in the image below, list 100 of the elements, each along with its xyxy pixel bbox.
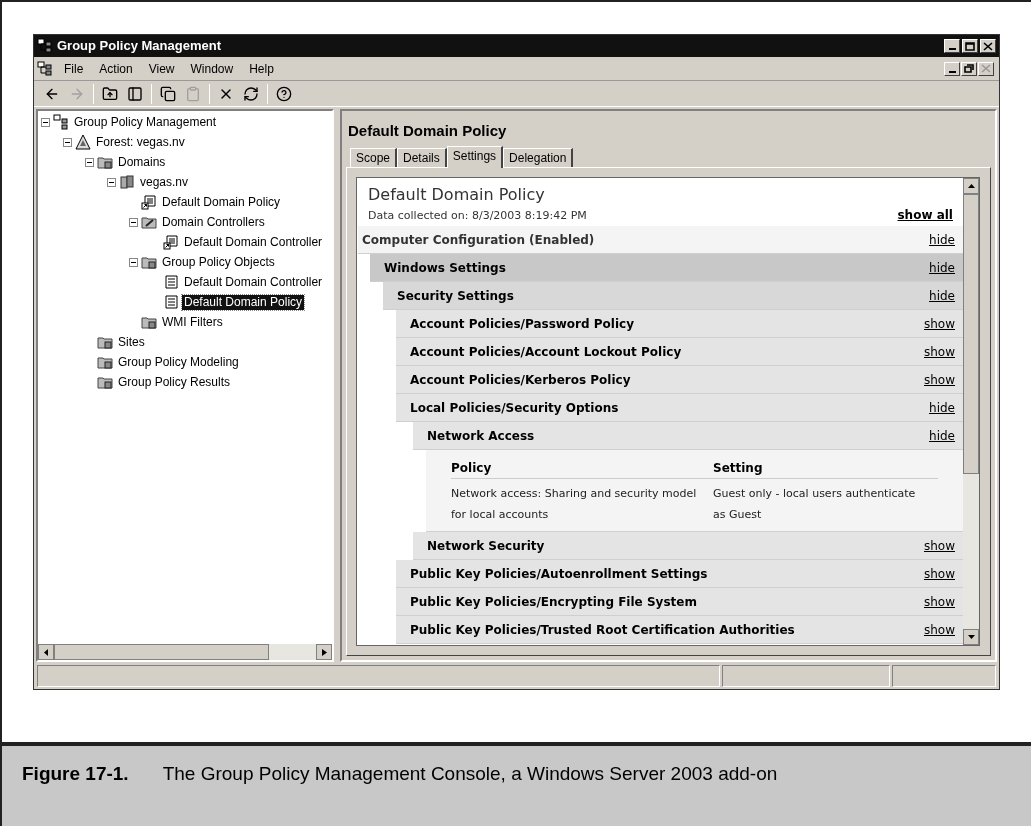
- scroll-down-icon: [967, 635, 975, 639]
- figure-caption: The Group Policy Management Console, a Windows Server 2003 add-on: [162, 762, 778, 786]
- refresh-icon: [243, 85, 259, 102]
- tree-item[interactable]: Forest: vegas.nv: [94, 134, 187, 150]
- collected-date: Data collected on: 8/3/2003 8:19:42 PM: [368, 207, 587, 224]
- scroll-right-icon: [321, 648, 327, 656]
- maximize-button[interactable]: [962, 39, 978, 53]
- folder-icon: [97, 154, 113, 170]
- collapse-icon[interactable]: [129, 217, 138, 227]
- tree-item[interactable]: Sites: [116, 334, 147, 350]
- column-header: Policy: [451, 460, 493, 477]
- close-button[interactable]: [980, 39, 996, 53]
- section-title: Computer Configuration (Enabled): [362, 231, 595, 249]
- clipboard-icon: [185, 85, 201, 102]
- report-title: Default Domain Policy: [368, 184, 546, 206]
- app-icon: [37, 60, 53, 77]
- table-cell-text: Guest only - local users authenticate as Guest: [713, 486, 917, 523]
- close-icon: [983, 41, 993, 51]
- show-link[interactable]: show: [924, 592, 955, 611]
- folder-up-icon: [102, 85, 118, 102]
- vertical-scrollbar[interactable]: [963, 178, 979, 645]
- hide-link[interactable]: hide: [929, 258, 955, 277]
- section-title: Public Key Policies/Encrypting File System: [410, 593, 697, 611]
- menu-item[interactable]: Window: [185, 59, 239, 78]
- minimize-button[interactable]: [944, 61, 960, 76]
- pane-title: Default Domain Policy: [348, 121, 508, 141]
- hide-link[interactable]: hide: [929, 286, 955, 305]
- tab[interactable]: Delegation: [503, 148, 574, 167]
- show-link[interactable]: show: [924, 564, 955, 583]
- tree-item[interactable]: Default Domain Policy: [182, 294, 305, 310]
- tab[interactable]: Settings: [446, 146, 504, 168]
- column-header: Setting: [713, 460, 764, 477]
- tree-item[interactable]: Domains: [116, 154, 168, 170]
- collapse-icon[interactable]: [41, 117, 50, 127]
- minimize-icon: [948, 48, 956, 50]
- hide-link[interactable]: hide: [929, 398, 955, 417]
- menu-item[interactable]: Help: [244, 59, 279, 78]
- tree-item[interactable]: Domain Controllers: [160, 214, 267, 230]
- show-link[interactable]: show: [924, 370, 955, 389]
- show-link[interactable]: show: [924, 314, 955, 333]
- app-icon: [37, 38, 53, 54]
- tree-item[interactable]: vegas.nv: [138, 174, 191, 190]
- table-cell-text: Network access: Sharing and security model for local accounts: [451, 486, 698, 523]
- tree-item[interactable]: Default Domain Controller: [182, 274, 325, 290]
- menu-item[interactable]: View: [143, 59, 180, 78]
- scroll-icon: [163, 274, 179, 290]
- folder-icon: [97, 334, 113, 350]
- folder-icon: [141, 254, 157, 270]
- collapse-icon[interactable]: [85, 157, 94, 167]
- section-title: Security Settings: [397, 287, 514, 305]
- scroll-icon: [163, 234, 179, 250]
- scroll-icon: [163, 294, 179, 310]
- folder-icon: [141, 214, 157, 230]
- tree-item[interactable]: Group Policy Management: [72, 114, 219, 130]
- copy-icon: [160, 85, 176, 102]
- section-title: Windows Settings: [384, 259, 506, 277]
- maximize-icon: [965, 41, 975, 51]
- hide-link[interactable]: hide: [929, 230, 955, 249]
- server-icon: [119, 174, 135, 190]
- triangle-icon: [75, 134, 91, 150]
- collapse-icon[interactable]: [63, 137, 72, 147]
- collapse-icon[interactable]: [107, 177, 116, 187]
- tree-item[interactable]: Group Policy Modeling: [116, 354, 241, 370]
- section-title: Local Policies/Security Options: [410, 399, 619, 417]
- folder-icon: [97, 354, 113, 370]
- restore-button[interactable]: [961, 61, 977, 76]
- section-title: Public Key Policies/Autoenrollment Settings: [410, 565, 708, 583]
- panel-icon: [127, 85, 143, 102]
- close-button[interactable]: [978, 61, 994, 76]
- show-link[interactable]: show: [924, 536, 955, 555]
- window-title: Group Policy Management: [57, 37, 221, 56]
- tree-item[interactable]: WMI Filters: [160, 314, 225, 330]
- section-title: Public Key Policies/Trusted Root Certification Authorities: [410, 621, 795, 639]
- console-icon: [53, 114, 69, 130]
- restore-icon: [964, 64, 974, 73]
- scroll-up-icon: [967, 184, 975, 188]
- tree-item[interactable]: Group Policy Objects: [160, 254, 277, 270]
- folder-icon: [97, 374, 113, 390]
- collapse-icon[interactable]: [129, 257, 138, 267]
- section-title: Account Policies/Kerberos Policy: [410, 371, 631, 389]
- scroll-icon: [141, 194, 157, 210]
- section-title: Account Policies/Account Lockout Policy: [410, 343, 682, 361]
- section-title: Account Policies/Password Policy: [410, 315, 634, 333]
- menu-item[interactable]: Action: [94, 59, 138, 78]
- menu-item[interactable]: File: [59, 59, 89, 78]
- show-all-link[interactable]: show all: [897, 206, 953, 224]
- horizontal-scrollbar[interactable]: [38, 644, 332, 660]
- minimize-button[interactable]: [944, 39, 960, 53]
- figure-label: Figure 17-1.: [22, 762, 129, 786]
- help-icon: [276, 85, 292, 102]
- show-link[interactable]: show: [924, 342, 955, 361]
- tab[interactable]: Scope: [350, 148, 398, 167]
- show-link[interactable]: show: [924, 620, 955, 639]
- minimize-icon: [948, 70, 956, 73]
- tree-item[interactable]: Default Domain Policy: [160, 194, 283, 210]
- section-title: Network Access: [427, 427, 535, 445]
- scroll-left-icon: [43, 648, 49, 656]
- tree-item[interactable]: Default Domain Controller: [182, 234, 325, 250]
- hide-link[interactable]: hide: [929, 426, 955, 445]
- tree-item[interactable]: Group Policy Results: [116, 374, 233, 390]
